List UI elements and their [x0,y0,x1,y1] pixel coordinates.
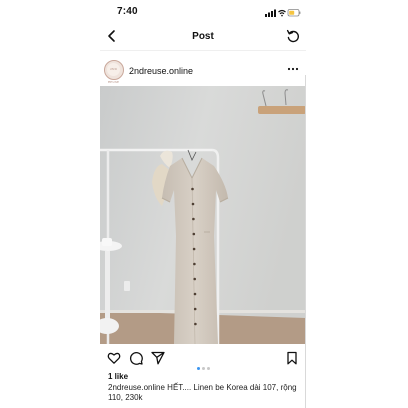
status-bar: 7:40 [100,0,306,24]
heart-icon[interactable] [107,351,121,365]
status-time: 7:40 [117,6,138,17]
page-title: Post [192,31,214,42]
post-photo[interactable] [100,86,306,344]
carousel-dot [202,367,205,370]
status-icons [265,9,301,17]
instagram-post-screen: 7:40 Post 2ND REUSE 2ndreuse.online 1 li… [100,0,306,408]
post-username[interactable]: 2ndreuse.online [129,66,193,76]
comment-icon[interactable] [129,351,143,365]
carousel-dot-active [197,367,200,370]
battery-icon [287,9,301,17]
carousel-indicator [197,357,212,370]
refresh-icon[interactable] [285,28,301,44]
post-header: 2ND REUSE 2ndreuse.online [100,55,306,87]
avatar-logo: 2ND REUSE [107,63,120,84]
likes-count[interactable]: 1 like [108,372,128,381]
post-actions-bar [100,348,306,370]
navigation-bar: Post [100,24,306,51]
signal-icon [265,9,276,17]
wifi-icon [278,9,286,17]
bookmark-icon[interactable] [285,351,299,365]
send-icon[interactable] [151,351,165,365]
caption-username[interactable]: 2ndreuse.online [108,383,165,392]
wall-hooks [258,106,306,114]
carousel-dot [207,367,210,370]
more-horizontal-icon[interactable] [286,65,300,73]
post-caption: 2ndreuse.online HẾT.... Linen be Korea d… [108,383,304,403]
avatar[interactable]: 2ND REUSE [104,60,124,84]
